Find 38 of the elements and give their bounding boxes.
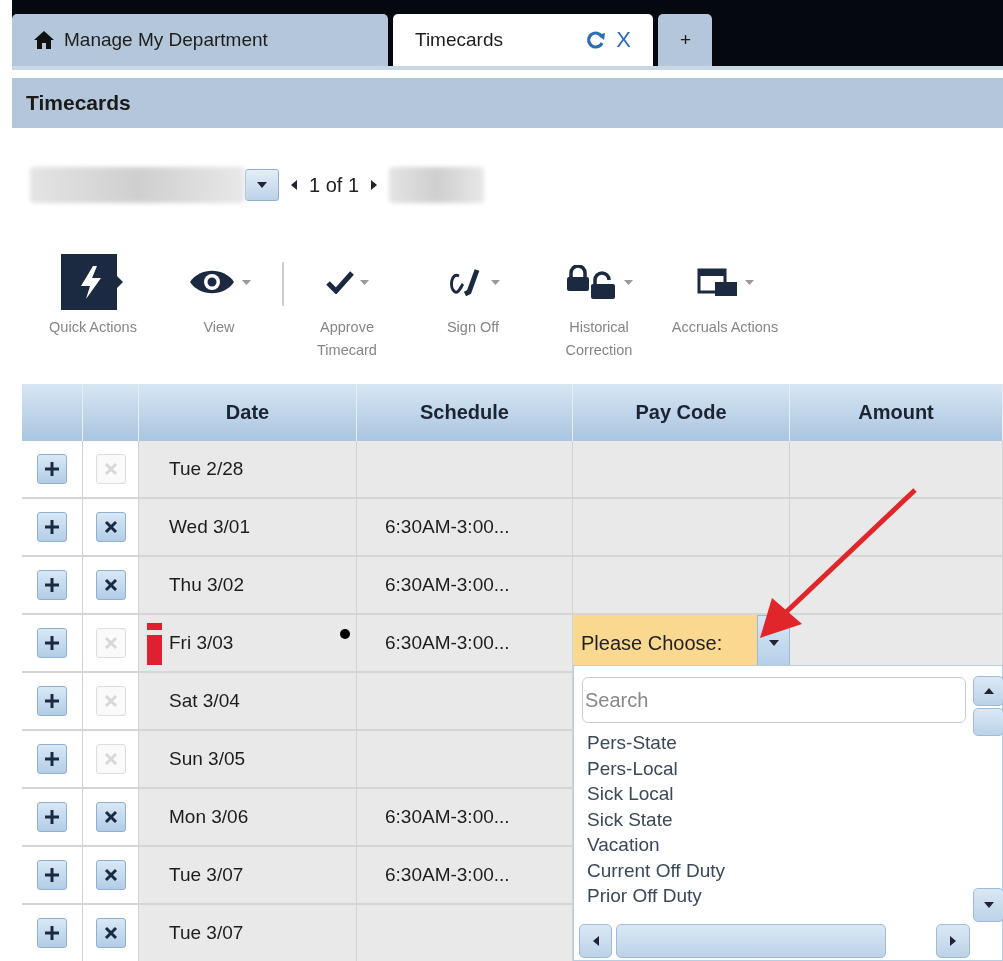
toolbar-button[interactable]: Approve Timecard — [284, 250, 410, 362]
dropdown-option[interactable]: Current Off Duty — [587, 857, 725, 883]
toolbar-button[interactable]: Accruals Actions — [662, 250, 788, 339]
page-indicator: 1 of 1 — [309, 173, 360, 197]
date-cell: Fri 3/03 — [169, 632, 234, 654]
dropdown-option[interactable]: Sick State — [587, 806, 725, 832]
tab[interactable]: + — [658, 14, 712, 66]
schedule-cell: 6:30AM-3:00... — [385, 806, 510, 828]
search-field[interactable]: Search — [582, 677, 966, 723]
schedule-cell: 6:30AM-3:00... — [385, 864, 510, 886]
dropdown-option[interactable]: Prior Off Duty — [587, 883, 725, 909]
tab[interactable]: Manage My Department — [12, 14, 388, 66]
schedule-cell: 6:30AM-3:00... — [385, 574, 510, 596]
date-cell: Tue 3/07 — [169, 922, 244, 944]
column-header[interactable]: Schedule — [357, 384, 573, 441]
toolbar-button[interactable]: Sign Off — [410, 250, 536, 339]
column-header[interactable]: Amount — [790, 384, 1003, 441]
page-header: Timecards — [12, 78, 1003, 128]
schedule-cell: 6:30AM-3:00... — [385, 632, 510, 654]
date-cell: Wed 3/01 — [169, 516, 250, 538]
column-header[interactable]: Date — [139, 384, 357, 441]
date-cell: Thu 3/02 — [169, 574, 244, 596]
date-cell: Mon 3/06 — [169, 806, 249, 828]
close-button[interactable]: X — [616, 27, 631, 53]
dropdown-option[interactable]: Pers-State — [587, 730, 725, 756]
dropdown-option[interactable]: Sick Local — [587, 781, 725, 807]
schedule-cell: 6:30AM-3:00... — [385, 516, 510, 538]
date-cell: Sat 3/04 — [169, 690, 240, 712]
date-cell: Tue 2/28 — [169, 458, 244, 480]
toolbar-button[interactable]: View — [156, 250, 282, 339]
date-cell: Tue 3/07 — [169, 864, 244, 886]
column-header[interactable]: Pay Code — [573, 384, 790, 441]
date-cell: Sun 3/05 — [169, 748, 246, 770]
dropdown-option[interactable]: Pers-Local — [587, 755, 725, 781]
toolbar-button[interactable]: Historical Correction — [536, 250, 662, 362]
dropdown-option[interactable]: Vacation — [587, 832, 725, 858]
toolbar-button[interactable]: Quick Actions — [30, 250, 156, 339]
tab[interactable]: Timecards X — [393, 14, 653, 66]
